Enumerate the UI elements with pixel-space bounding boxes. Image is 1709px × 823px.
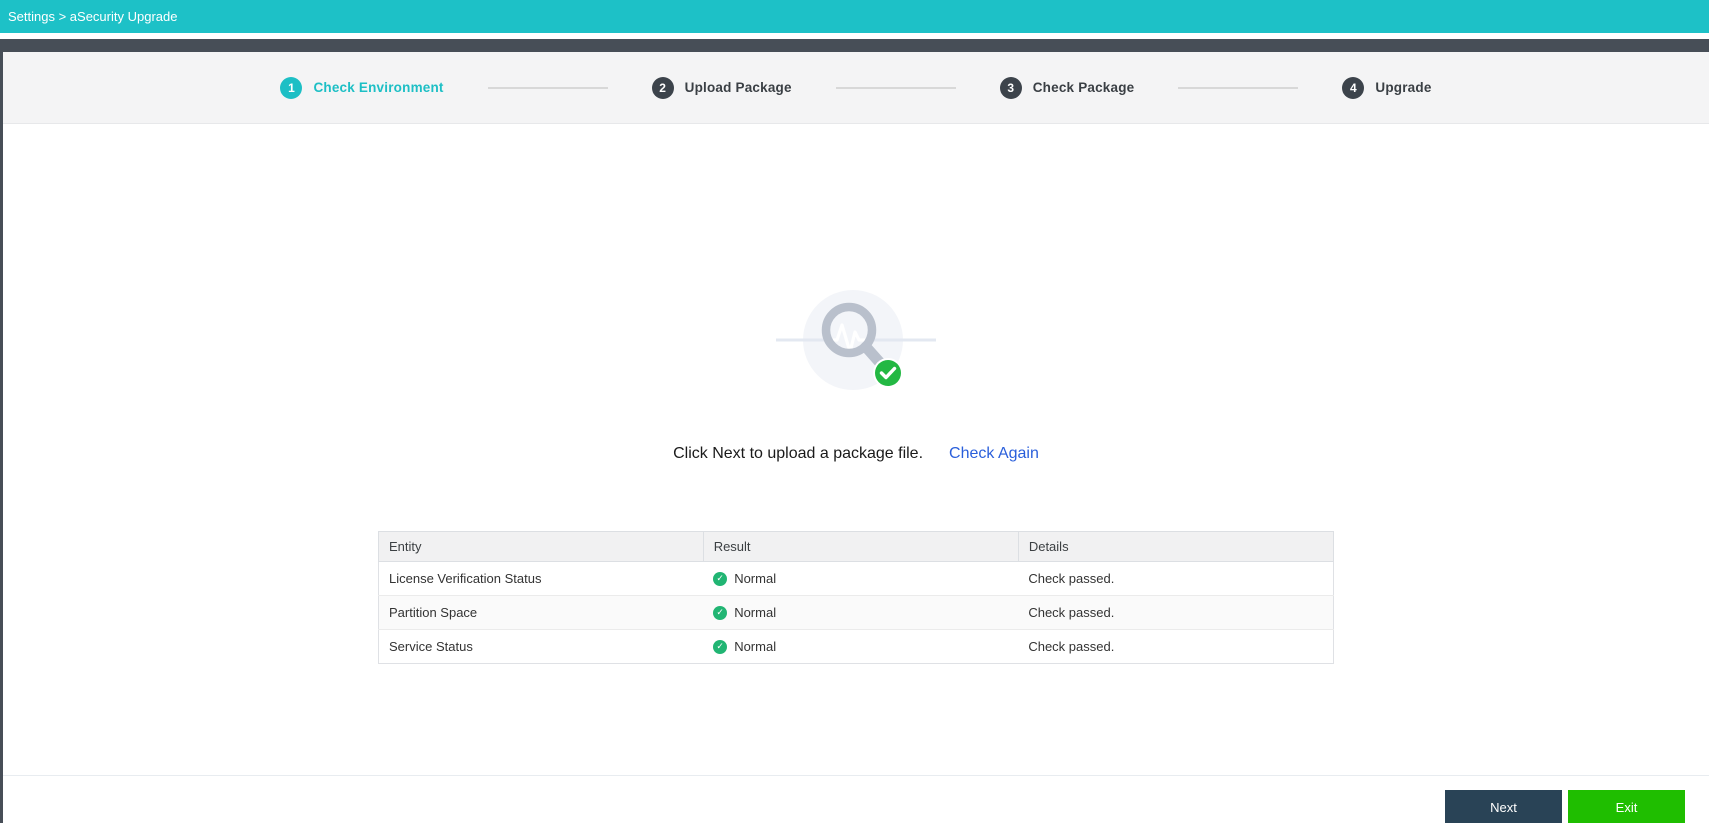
step-number-badge: 1	[280, 77, 302, 99]
column-header-details: Details	[1018, 532, 1333, 562]
result-cell: ✓ Normal	[703, 630, 1018, 664]
step-check-environment[interactable]: 1 Check Environment	[280, 77, 443, 99]
top-breadcrumb-bar: Settings > aSecurity Upgrade	[0, 0, 1709, 33]
column-header-entity: Entity	[379, 532, 704, 562]
breadcrumb[interactable]: Settings > aSecurity Upgrade	[8, 9, 177, 24]
step-label: Upload Package	[685, 80, 792, 95]
left-edge-rail	[0, 39, 3, 823]
check-circle-icon: ✓	[713, 572, 727, 586]
status-message-row: Click Next to upload a package file. Che…	[673, 445, 1039, 463]
table-row: License Verification Status ✓ Normal Che…	[379, 562, 1334, 596]
step-connector	[488, 87, 608, 89]
step-upload-package[interactable]: 2 Upload Package	[652, 77, 792, 99]
column-header-result: Result	[703, 532, 1018, 562]
step-label: Check Package	[1033, 80, 1135, 95]
table-row: Partition Space ✓ Normal Check passed.	[379, 596, 1334, 630]
table-header-row: Entity Result Details	[379, 532, 1334, 562]
step-check-package[interactable]: 3 Check Package	[1000, 77, 1135, 99]
wizard-footer: Next Exit	[3, 775, 1709, 823]
details-cell: Check passed.	[1018, 596, 1333, 630]
step-label: Upgrade	[1375, 80, 1431, 95]
next-button[interactable]: Next	[1445, 790, 1562, 823]
status-message: Click Next to upload a package file.	[673, 445, 923, 463]
step-number-badge: 3	[1000, 77, 1022, 99]
secondary-header-bar	[0, 39, 1709, 52]
step-number-badge: 4	[1342, 77, 1364, 99]
result-text: Normal	[734, 639, 776, 654]
table-row: Service Status ✓ Normal Check passed.	[379, 630, 1334, 664]
check-circle-icon	[873, 358, 903, 388]
environment-check-table: Entity Result Details License Verificati…	[378, 531, 1334, 664]
step-number-badge: 2	[652, 77, 674, 99]
step-label: Check Environment	[313, 80, 443, 95]
check-circle-icon: ✓	[713, 640, 727, 654]
entity-cell: Partition Space	[379, 596, 704, 630]
check-circle-icon: ✓	[713, 606, 727, 620]
check-environment-panel: Click Next to upload a package file. Che…	[3, 125, 1709, 775]
magnifier-pulse-icon	[776, 275, 936, 405]
result-cell: ✓ Normal	[703, 562, 1018, 596]
result-text: Normal	[734, 605, 776, 620]
exit-button[interactable]: Exit	[1568, 790, 1685, 823]
check-again-link[interactable]: Check Again	[949, 445, 1039, 463]
entity-cell: License Verification Status	[379, 562, 704, 596]
result-cell: ✓ Normal	[703, 596, 1018, 630]
entity-cell: Service Status	[379, 630, 704, 664]
step-upgrade[interactable]: 4 Upgrade	[1342, 77, 1431, 99]
details-cell: Check passed.	[1018, 562, 1333, 596]
wizard-stepper: 1 Check Environment 2 Upload Package 3 C…	[3, 52, 1709, 124]
result-text: Normal	[734, 571, 776, 586]
step-connector	[1178, 87, 1298, 89]
step-connector	[836, 87, 956, 89]
details-cell: Check passed.	[1018, 630, 1333, 664]
